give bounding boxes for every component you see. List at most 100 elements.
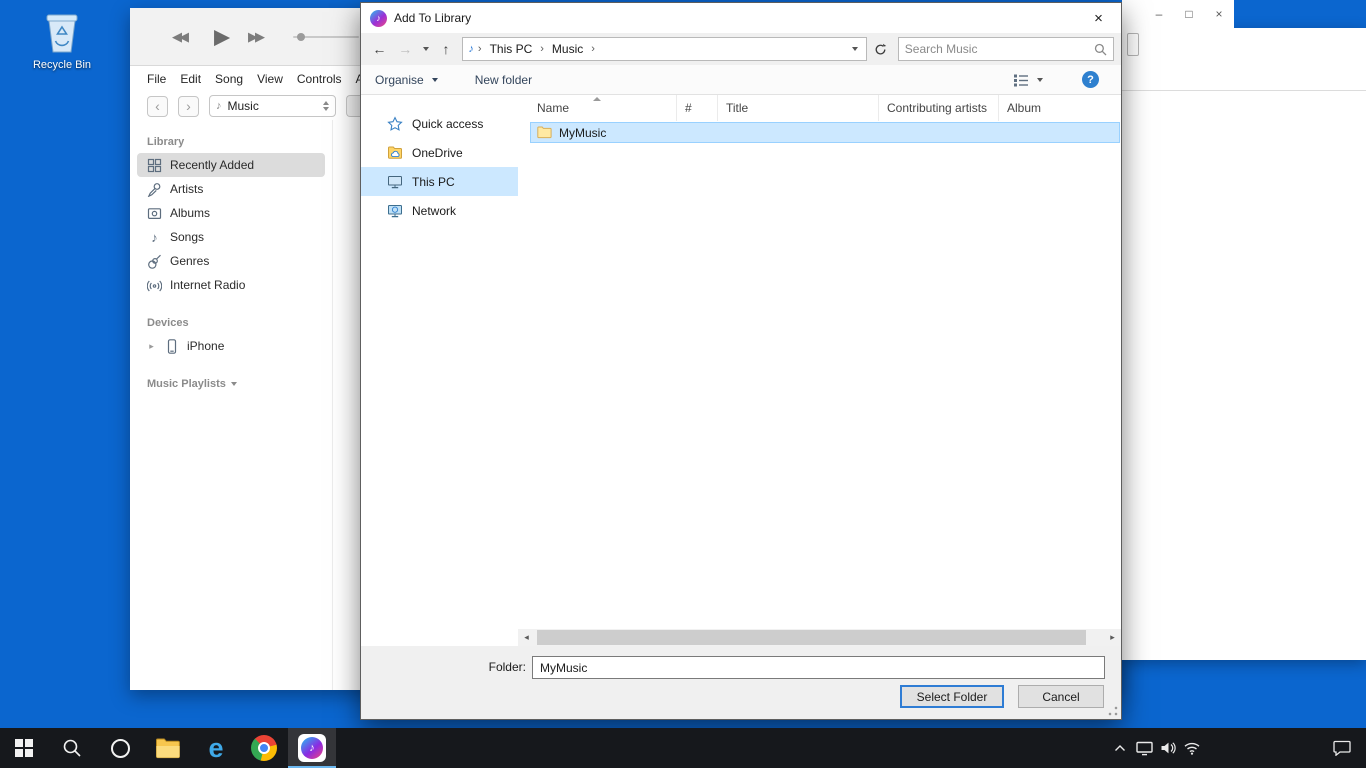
nav-item-network[interactable]: Network: [361, 196, 518, 225]
previous-track-button[interactable]: ◀◀: [172, 29, 186, 45]
folder-label: Folder:: [482, 660, 526, 674]
menu-file[interactable]: File: [147, 72, 166, 86]
search-input[interactable]: [905, 42, 1094, 56]
action-center-button[interactable]: [1326, 728, 1358, 768]
minimize-button[interactable]: –: [1144, 0, 1174, 28]
sidebar-item-albums[interactable]: Albums: [137, 201, 325, 225]
column-header-contributing-artists[interactable]: Contributing artists: [879, 95, 999, 121]
cortana-button[interactable]: [96, 728, 144, 768]
media-kind-picker[interactable]: ♪ Music: [209, 95, 336, 117]
sidebar-item-genres[interactable]: Genres: [137, 249, 325, 273]
nav-item-this-pc[interactable]: This PC: [361, 167, 518, 196]
sidebar-item-label: Albums: [170, 206, 210, 220]
guitar-icon: [147, 254, 162, 269]
new-folder-button[interactable]: New folder: [475, 73, 532, 87]
onedrive-folder-icon: [387, 145, 403, 161]
sidebar-item-iphone[interactable]: ▸ iPhone: [137, 334, 325, 358]
volume-knob[interactable]: [297, 33, 305, 41]
taskbar-search-button[interactable]: [48, 728, 96, 768]
itunes-back-button[interactable]: ‹: [147, 96, 168, 117]
volume-tray-button[interactable]: [1156, 728, 1180, 768]
question-mark-icon: ?: [1087, 74, 1094, 86]
start-button[interactable]: [0, 728, 48, 768]
folder-icon: [537, 126, 552, 139]
dialog-command-bar: Organise New folder ?: [361, 65, 1121, 95]
breadcrumb-separator-icon: ›: [478, 43, 482, 55]
close-icon[interactable]: ×: [1076, 3, 1121, 33]
sidebar-item-recently-added[interactable]: Recently Added: [137, 153, 325, 177]
maximize-button[interactable]: □: [1174, 0, 1204, 28]
itunes-sidebar: Library Recently Added Artists Albums ♪ …: [130, 120, 333, 690]
back-button[interactable]: ←: [368, 41, 391, 57]
sidebar-item-artists[interactable]: Artists: [137, 177, 325, 201]
music-note-icon: ♪: [468, 43, 474, 55]
file-row-selected[interactable]: MyMusic: [530, 122, 1120, 143]
forward-button[interactable]: →: [394, 41, 417, 57]
help-button[interactable]: ?: [1082, 71, 1099, 88]
play-button[interactable]: ▶: [214, 24, 230, 49]
chevron-left-icon: ‹: [155, 99, 160, 113]
add-to-library-dialog: ♪ Add To Library × ← → ↑ ♪ › This PC › M…: [360, 2, 1122, 720]
itunes-app-icon: ♪: [370, 10, 387, 27]
search-box[interactable]: [898, 37, 1114, 61]
breadcrumb-music[interactable]: Music: [548, 42, 587, 56]
select-folder-button[interactable]: Select Folder: [900, 685, 1004, 708]
hidden-icons-button[interactable]: [1108, 728, 1132, 768]
playlists-section-header[interactable]: Music Playlists: [130, 372, 332, 395]
breadcrumb-this-pc[interactable]: This PC: [486, 42, 537, 56]
volume-slider[interactable]: [293, 36, 359, 38]
itunes-forward-button[interactable]: ›: [178, 96, 199, 117]
chevron-down-icon: [432, 78, 438, 82]
search-icon: [1094, 43, 1107, 56]
scroll-left-button[interactable]: ◂: [518, 629, 535, 646]
column-header-album[interactable]: Album: [999, 95, 1121, 121]
organise-button[interactable]: Organise: [375, 73, 441, 87]
nav-item-label: OneDrive: [412, 146, 463, 160]
network-tray-button[interactable]: [1180, 728, 1204, 768]
menu-view[interactable]: View: [257, 72, 283, 86]
display-tray-button[interactable]: [1132, 728, 1156, 768]
scrollbar-track[interactable]: [535, 629, 1104, 646]
library-section-header: Library: [130, 130, 332, 153]
scroll-right-button[interactable]: ▸: [1104, 629, 1121, 646]
horizontal-scrollbar[interactable]: ◂ ▸: [518, 629, 1121, 646]
dialog-titlebar[interactable]: ♪ Add To Library ×: [361, 3, 1121, 33]
menu-song[interactable]: Song: [215, 72, 243, 86]
nav-item-quick-access[interactable]: Quick access: [361, 109, 518, 138]
refresh-button[interactable]: [870, 37, 892, 61]
disclosure-triangle-icon[interactable]: ▸: [147, 341, 156, 352]
sidebar-item-songs[interactable]: ♪ Songs: [137, 225, 325, 249]
resize-grip[interactable]: [1107, 705, 1118, 716]
recent-locations-chevron-icon[interactable]: [423, 47, 429, 51]
next-track-button[interactable]: ▶▶: [248, 29, 262, 45]
itunes-taskbar-button[interactable]: ♪: [288, 728, 336, 768]
address-dropdown-chevron-icon[interactable]: [852, 47, 858, 51]
microphone-icon: [147, 182, 162, 197]
chevron-right-icon: ›: [186, 99, 191, 113]
nav-item-onedrive[interactable]: OneDrive: [361, 138, 518, 167]
file-explorer-button[interactable]: [144, 728, 192, 768]
cancel-button[interactable]: Cancel: [1018, 685, 1104, 708]
column-header-name[interactable]: Name: [518, 95, 677, 121]
iphone-icon: [164, 339, 179, 354]
recycle-bin[interactable]: Recycle Bin: [30, 8, 94, 71]
sidebar-item-internet-radio[interactable]: Internet Radio: [137, 273, 325, 297]
computer-icon: [387, 174, 403, 190]
column-header-title[interactable]: Title: [718, 95, 879, 121]
scrollbar-thumb[interactable]: [537, 630, 1086, 645]
address-bar[interactable]: ♪ › This PC › Music ›: [462, 37, 867, 61]
chrome-icon: [251, 735, 277, 761]
up-button[interactable]: ↑: [435, 41, 458, 57]
menu-controls[interactable]: Controls: [297, 72, 342, 86]
grid-icon: [147, 158, 162, 173]
close-icon[interactable]: ×: [1204, 0, 1234, 28]
chrome-button[interactable]: [240, 728, 288, 768]
desktop: Recycle Bin ◀◀ ▶ ▶▶ File Edit Song View …: [0, 0, 1366, 768]
cortana-icon: [111, 739, 130, 758]
view-options-button[interactable]: [1013, 73, 1046, 87]
column-header-number[interactable]: #: [677, 95, 718, 121]
sidebar-item-label: Recently Added: [170, 158, 254, 172]
folder-name-input[interactable]: [532, 656, 1105, 679]
menu-edit[interactable]: Edit: [180, 72, 201, 86]
edge-browser-button[interactable]: e: [192, 728, 240, 768]
